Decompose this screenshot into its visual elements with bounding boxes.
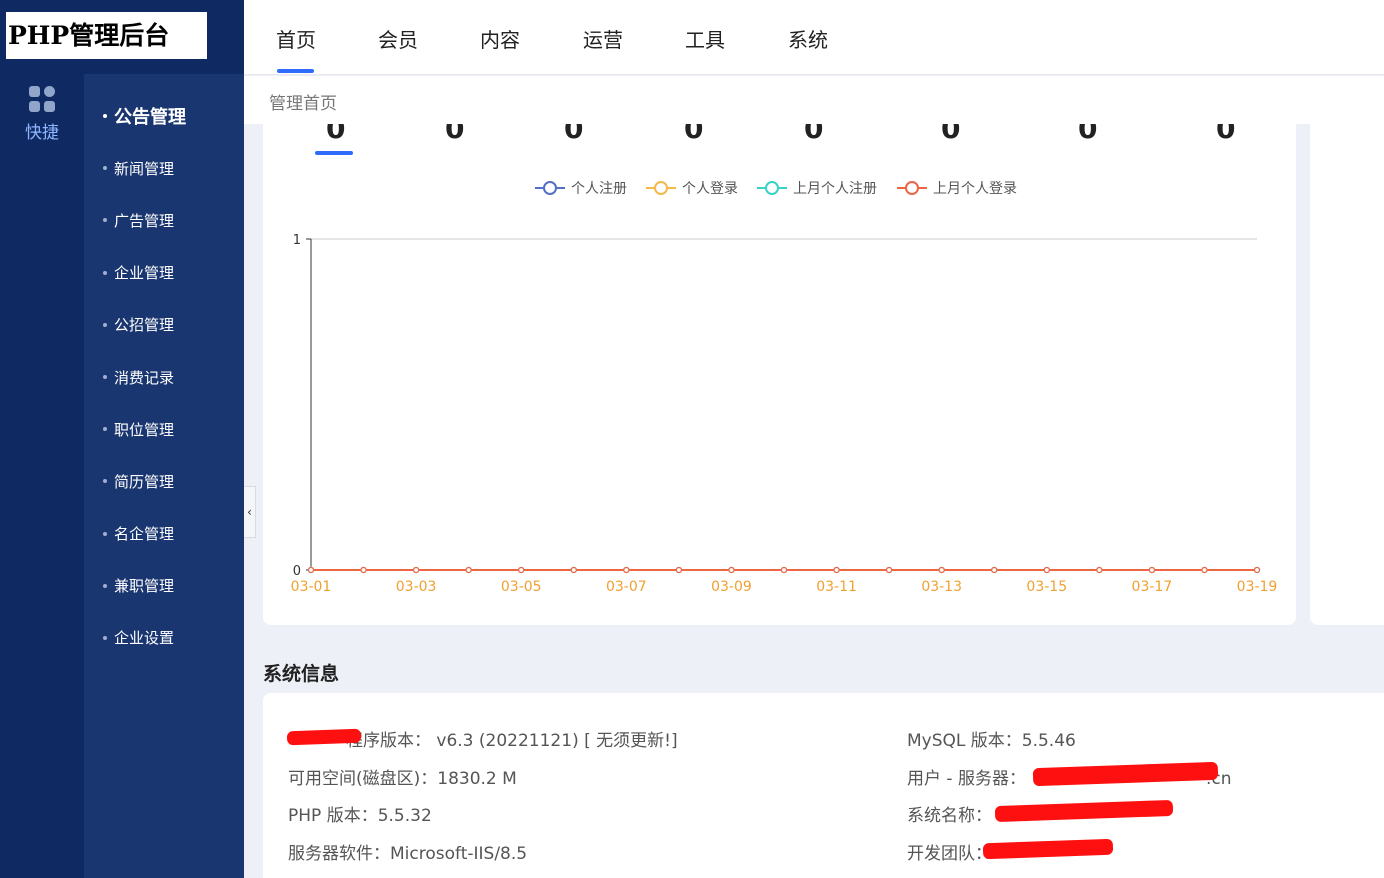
redaction-mark xyxy=(982,838,1114,860)
legend-line-icon xyxy=(535,181,565,195)
sidebar-item-consumption[interactable]: 消费记录 xyxy=(84,351,244,403)
breadcrumb[interactable]: 管理首页 xyxy=(269,89,337,114)
system-info-card: 程序版本： v6.3 (20221121) [ 无须更新!] 可用空间(磁盘区)… xyxy=(263,693,1384,878)
data-point xyxy=(1253,566,1261,574)
data-point xyxy=(780,566,788,574)
chart-card: 0 0 0 0 0 0 0 0 个人注册 个人登录 上月个人注册 上月个人登录 … xyxy=(263,110,1296,625)
x-tick-label: 03-05 xyxy=(501,579,542,595)
sidebar-item-resumes[interactable]: 简历管理 xyxy=(84,455,244,507)
data-point xyxy=(413,566,420,574)
data-point xyxy=(1096,566,1103,574)
y-tick-label: 0 xyxy=(293,564,301,579)
sidebar-item-news[interactable]: 新闻管理 xyxy=(84,142,244,194)
redaction-mark xyxy=(994,799,1174,823)
system-info-title: 系统信息 xyxy=(263,663,340,685)
sidebar-item-ads[interactable]: 广告管理 xyxy=(84,194,244,246)
brand-logo: PHP管理后台 xyxy=(6,12,207,59)
legend-item[interactable]: 上月个人注册 xyxy=(757,178,877,198)
tab-tools[interactable]: 工具 xyxy=(685,24,725,53)
sidebar-item-public-recruit[interactable]: 公招管理 xyxy=(84,299,244,351)
side-card xyxy=(1310,110,1384,625)
sidebar-item-famous-company[interactable]: 名企管理 xyxy=(84,508,244,560)
legend-item[interactable]: 个人登录 xyxy=(646,178,738,198)
data-point xyxy=(728,566,735,574)
chevron-left-icon: ‹ xyxy=(247,505,252,519)
data-point xyxy=(1043,566,1050,574)
tab-content[interactable]: 内容 xyxy=(480,24,520,53)
sidebar-item-company-settings[interactable]: 企业设置 xyxy=(84,612,244,664)
x-tick-label: 03-11 xyxy=(816,579,857,595)
legend-item[interactable]: 个人注册 xyxy=(535,178,627,198)
collapse-sidebar-button[interactable]: ‹ xyxy=(244,486,256,538)
info-disk-space: 可用空间(磁盘区)：1830.2 M xyxy=(288,769,517,789)
data-point xyxy=(307,566,315,574)
tab-home[interactable]: 首页 xyxy=(276,24,316,53)
sidebar-item-jobs[interactable]: 职位管理 xyxy=(84,403,244,455)
data-point xyxy=(1201,566,1208,574)
x-tick-label: 03-15 xyxy=(1026,579,1067,595)
sidebar-submenu: 公告管理 新闻管理 广告管理 企业管理 公招管理 消费记录 职位管理 简历管理 … xyxy=(84,0,244,878)
info-server-software: 服务器软件：Microsoft-IIS/8.5 xyxy=(288,844,528,864)
x-tick-label: 03-01 xyxy=(291,579,332,595)
data-point xyxy=(570,566,577,574)
data-point xyxy=(833,566,840,574)
info-system-name: 系统名称： xyxy=(907,806,992,826)
legend-line-icon xyxy=(757,181,787,195)
data-point xyxy=(465,566,472,574)
x-tick-label: 03-09 xyxy=(711,579,752,595)
sidebar-item-company[interactable]: 企业管理 xyxy=(84,247,244,299)
data-point xyxy=(675,566,682,574)
redaction-mark xyxy=(286,728,362,746)
x-tick-label: 03-17 xyxy=(1132,579,1173,595)
rail-item-shortcut[interactable]: 快捷 xyxy=(0,86,84,143)
icon-rail: 快捷 xyxy=(0,0,84,878)
info-mysql-version: MySQL 版本：5.5.46 xyxy=(907,731,1076,751)
active-stat-indicator xyxy=(315,151,353,155)
x-tick-label: 03-07 xyxy=(606,579,647,595)
tab-system[interactable]: 系统 xyxy=(788,24,828,53)
data-point xyxy=(623,566,630,574)
grid-icon xyxy=(29,86,55,112)
x-tick-label: 03-19 xyxy=(1237,579,1278,595)
data-point xyxy=(886,566,893,574)
x-tick-label: 03-13 xyxy=(921,579,962,595)
data-point xyxy=(360,566,367,574)
tab-members[interactable]: 会员 xyxy=(378,24,418,53)
legend-line-icon xyxy=(646,181,676,195)
data-point xyxy=(991,566,998,574)
info-dev-team: 开发团队： xyxy=(907,844,992,864)
sidebar-item-parttime[interactable]: 兼职管理 xyxy=(84,560,244,612)
data-point xyxy=(518,566,525,574)
data-point xyxy=(1148,566,1155,574)
sidebar-item-announcement[interactable]: 公告管理 xyxy=(84,90,244,142)
y-tick-label: 1 xyxy=(293,233,301,248)
tab-operations[interactable]: 运营 xyxy=(583,24,623,53)
rail-item-label: 快捷 xyxy=(25,123,59,143)
legend-item[interactable]: 上月个人登录 xyxy=(897,178,1017,198)
active-tab-indicator xyxy=(277,69,314,73)
legend-line-icon xyxy=(897,181,927,195)
x-tick-label: 03-03 xyxy=(396,579,437,595)
top-navigation: 首页 会员 内容 运营 工具 系统 xyxy=(244,0,1384,75)
line-chart: 0 1 03-01 03-03 03-05 03-07 03-09 03-11 03-13 03-… xyxy=(291,233,1278,595)
breadcrumb-bar: 管理首页 xyxy=(244,76,1384,124)
info-php-version: PHP 版本：5.5.32 xyxy=(288,806,432,826)
data-point xyxy=(938,566,945,574)
